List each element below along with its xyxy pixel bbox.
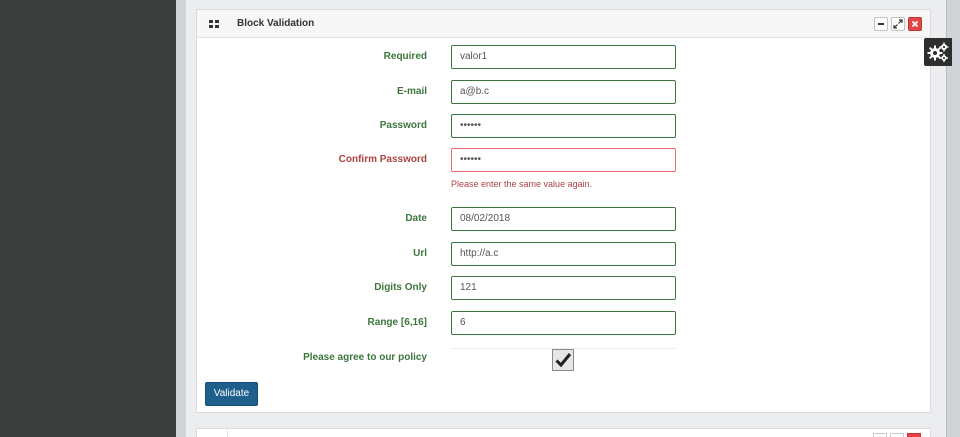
policy-checkbox-wrap — [451, 348, 676, 371]
panel-title: Block Validation — [237, 18, 315, 29]
grid-icon — [209, 20, 219, 28]
left-sidebar — [0, 0, 176, 437]
confirm-password-row: Confirm Password •••••• — [197, 148, 931, 172]
password-row: Password •••••• — [197, 114, 931, 138]
policy-label: Please agree to our policy — [303, 352, 427, 363]
required-row: Required valor1 — [197, 45, 931, 69]
email-label: E-mail — [396, 86, 427, 97]
digits-row: Digits Only 121 — [197, 276, 931, 300]
required-input[interactable]: valor1 — [451, 45, 676, 69]
url-label: Url — [413, 248, 427, 259]
range-input[interactable]: 6 — [451, 311, 676, 335]
checkmark-icon — [555, 353, 572, 368]
next-panel-minimize-button[interactable] — [873, 433, 887, 437]
next-panel-expand-button[interactable] — [890, 433, 904, 437]
password-input[interactable]: •••••• — [451, 114, 676, 138]
minimize-button[interactable] — [874, 17, 888, 31]
policy-checkbox[interactable] — [552, 349, 574, 371]
close-button[interactable] — [908, 17, 922, 31]
url-row: Url http://a.c — [197, 242, 931, 266]
range-label: Range [6,16] — [367, 317, 427, 328]
confirm-password-label: Confirm Password — [338, 154, 427, 165]
next-panel-divider — [227, 429, 228, 437]
expand-button[interactable] — [891, 17, 905, 31]
date-label: Date — [405, 213, 427, 224]
minus-icon — [878, 23, 884, 25]
email-input[interactable]: a@b.c — [451, 80, 676, 104]
date-input[interactable]: 08/02/2018 — [451, 207, 676, 231]
confirm-password-error: Please enter the same value again. — [451, 179, 593, 189]
range-row: Range [6,16] 6 — [197, 311, 931, 335]
content-gutter — [176, 0, 186, 437]
next-panel — [196, 428, 931, 437]
expand-icon — [893, 19, 903, 29]
email-row: E-mail a@b.c — [197, 80, 931, 104]
url-input[interactable]: http://a.c — [451, 242, 676, 266]
validate-button[interactable]: Validate — [205, 382, 258, 406]
close-icon — [911, 20, 919, 28]
digits-input[interactable]: 121 — [451, 276, 676, 300]
digits-label: Digits Only — [374, 282, 427, 293]
next-panel-close-button[interactable] — [907, 433, 921, 437]
date-row: Date 08/02/2018 — [197, 207, 931, 231]
password-label: Password — [379, 120, 427, 131]
confirm-password-input[interactable]: •••••• — [451, 148, 676, 172]
required-label: Required — [383, 51, 427, 62]
panel-header: Block Validation — [197, 10, 930, 38]
